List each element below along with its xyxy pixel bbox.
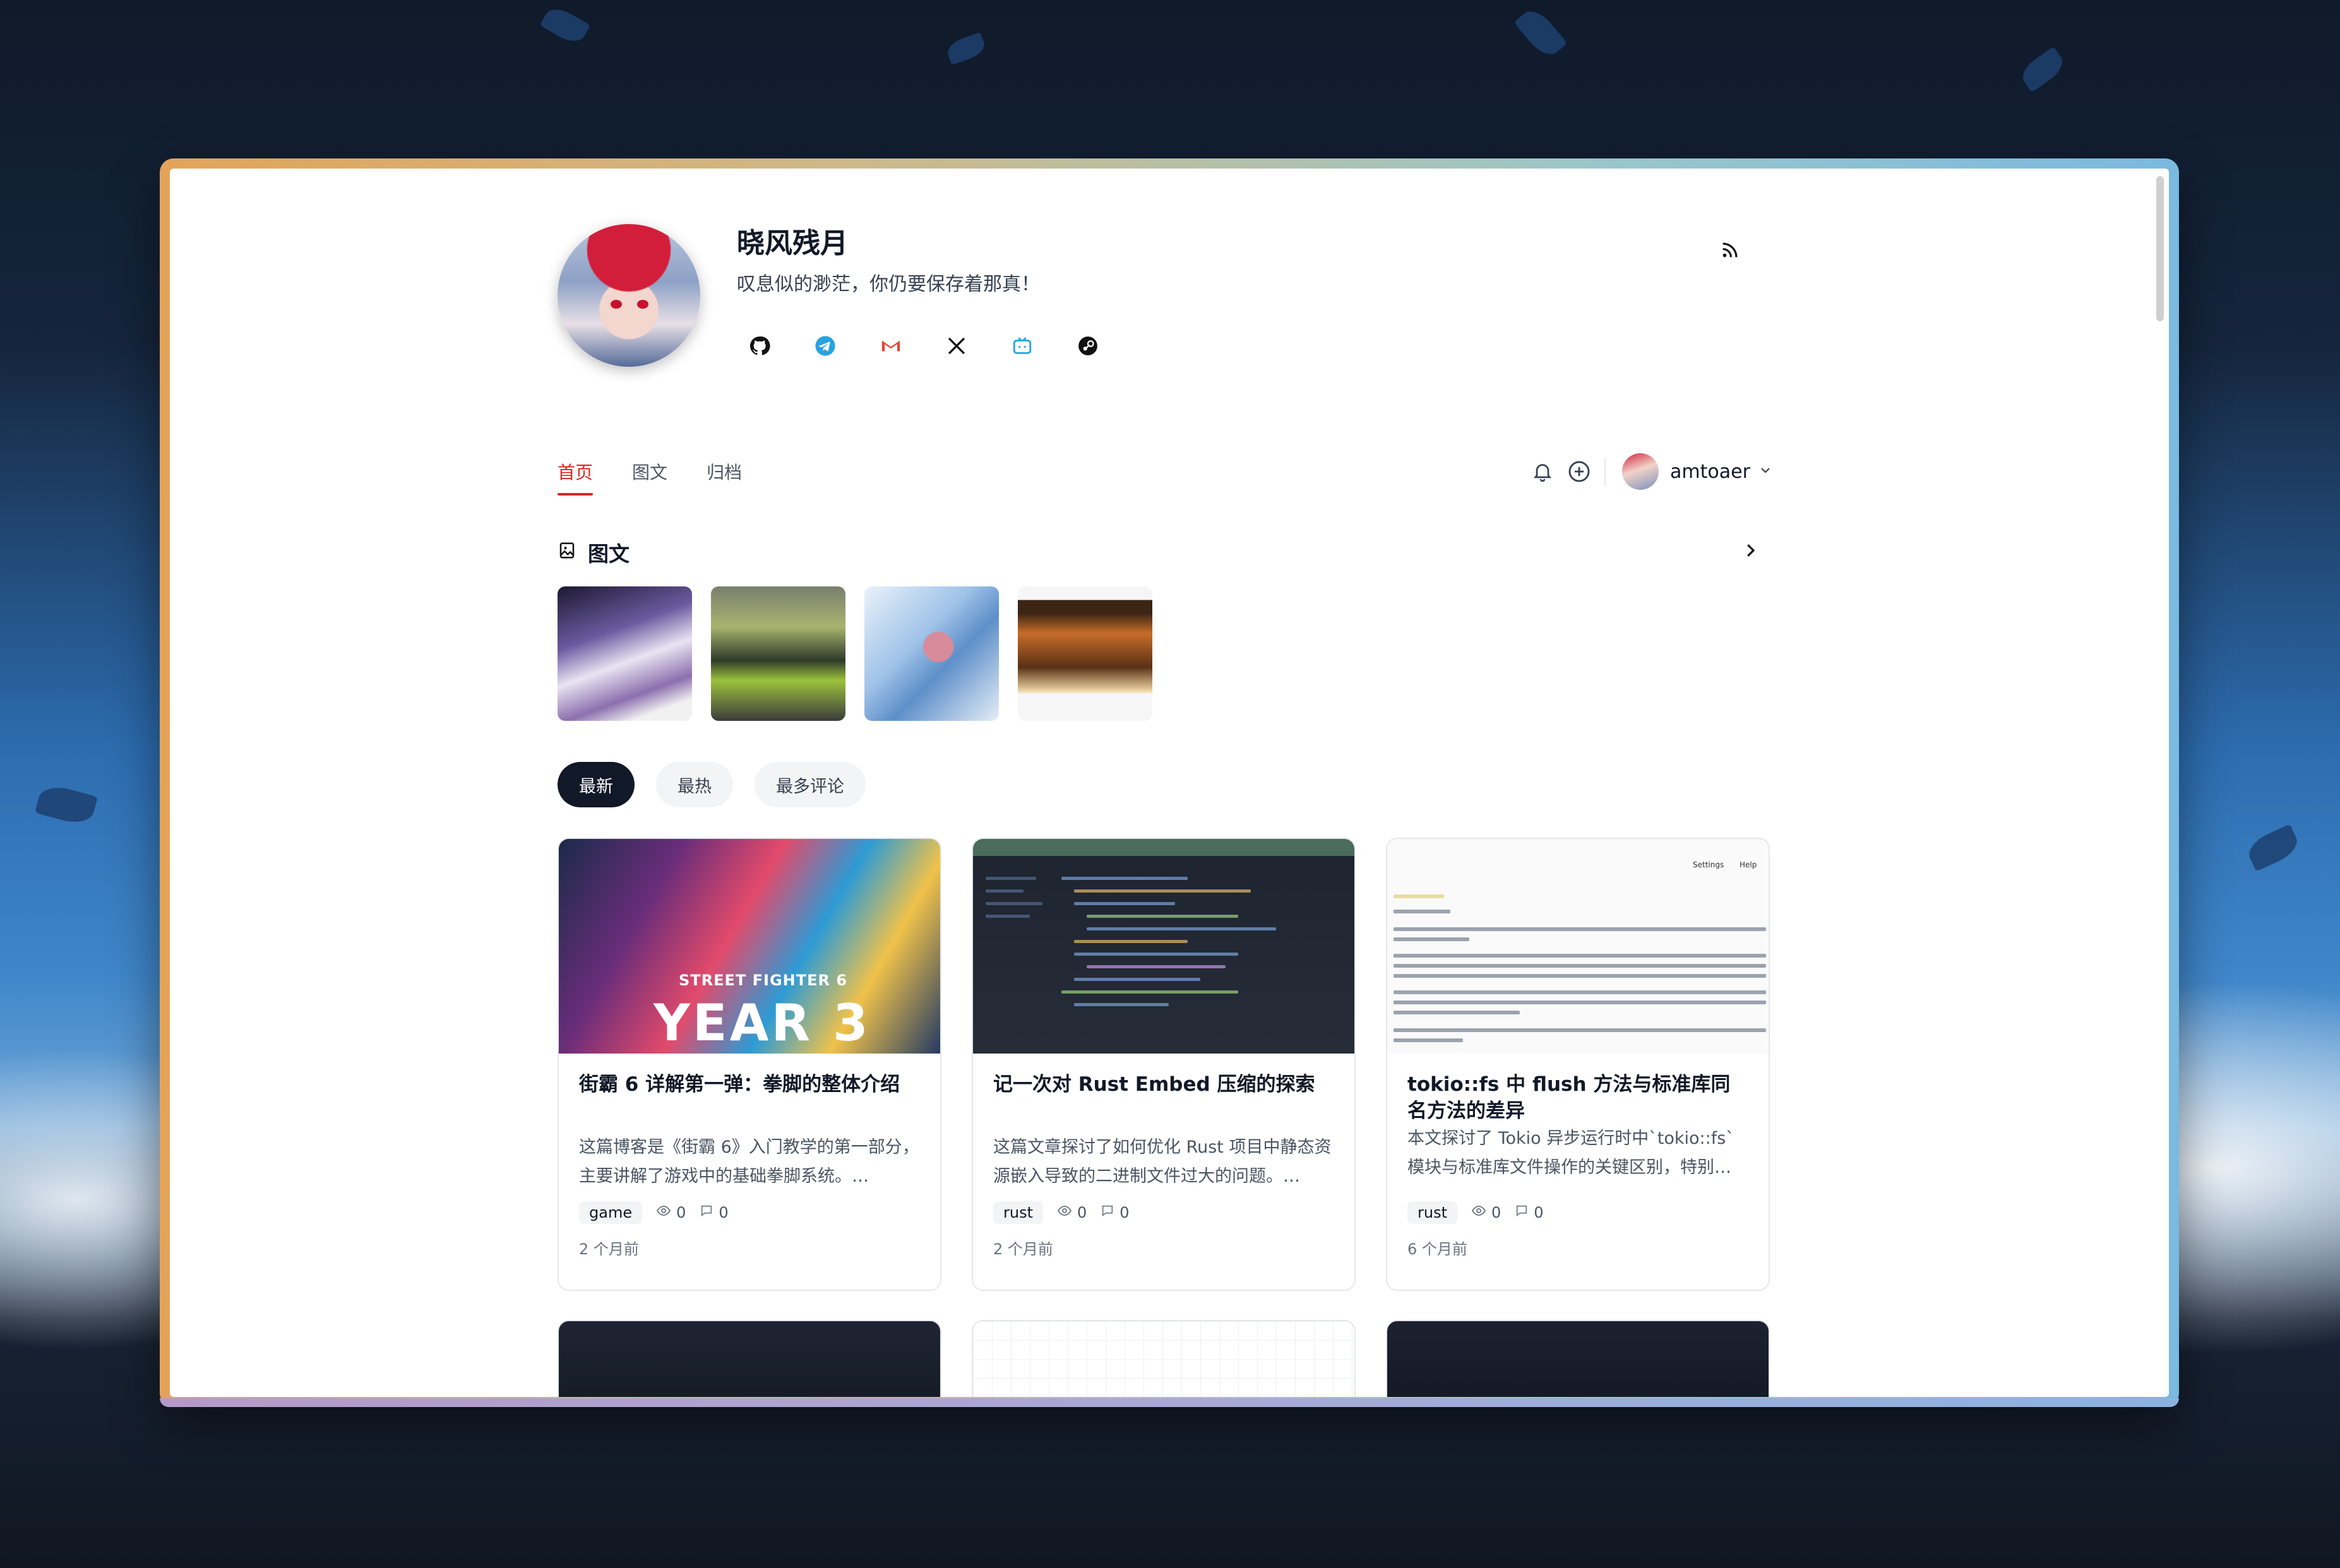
cover-caption: Settings xyxy=(1693,860,1724,869)
background-leaf xyxy=(2017,46,2068,93)
gallery-thumbnail[interactable] xyxy=(711,586,845,721)
gallery-section-header: 图文 xyxy=(558,537,630,567)
gallery-thumbnails xyxy=(558,586,1152,721)
main-nav: 首页 图文 归档 xyxy=(558,459,742,496)
profile-name: 晓风残月 xyxy=(737,227,848,259)
post-tag[interactable]: game xyxy=(579,1201,643,1224)
comment-icon xyxy=(1101,1204,1114,1221)
eye-icon xyxy=(656,1203,671,1222)
comment-count: 0 xyxy=(700,1204,729,1221)
chevron-down-icon[interactable] xyxy=(1758,463,1773,480)
steam-icon[interactable] xyxy=(1077,335,1099,357)
bilibili-icon[interactable] xyxy=(1011,335,1034,357)
post-cover-image: Settings Help xyxy=(1387,839,1769,1054)
plus-circle-icon[interactable] xyxy=(1565,458,1593,485)
view-count: 0 xyxy=(656,1203,686,1222)
x-icon[interactable] xyxy=(945,335,968,357)
page-scrollbar[interactable] xyxy=(2156,176,2164,321)
profile-bio: 叹息似的渺茫，你仍要保存着那真！ xyxy=(737,273,1040,295)
post-tag[interactable]: rust xyxy=(993,1201,1043,1224)
blog-page: 晓风残月 叹息似的渺茫，你仍要保存着那真！ 首页 图文 归档 amtoaer 图… xyxy=(170,169,2169,1397)
post-grid: STREET FIGHTER 6 YEAR 3 街霸 6 详解第一弹：拳脚的整体… xyxy=(558,838,1770,1397)
image-icon xyxy=(558,540,576,565)
post-card[interactable] xyxy=(558,1320,941,1397)
comment-count-value: 0 xyxy=(1534,1204,1544,1221)
username[interactable]: amtoaer xyxy=(1670,461,1750,483)
background-leaf xyxy=(539,3,591,47)
social-links xyxy=(748,335,1099,357)
view-count: 0 xyxy=(1471,1203,1501,1222)
gallery-thumbnail[interactable] xyxy=(558,586,692,721)
gallery-thumbnail[interactable] xyxy=(864,586,999,721)
view-count-value: 0 xyxy=(1077,1204,1087,1221)
post-time: 2 个月前 xyxy=(579,1240,639,1258)
background-leaf xyxy=(944,32,988,66)
chevron-right-icon[interactable] xyxy=(1741,541,1760,560)
toolbar-divider xyxy=(1604,458,1606,485)
bell-icon[interactable] xyxy=(1529,458,1556,485)
gallery-thumbnail[interactable] xyxy=(1018,586,1152,721)
post-cover-image: STREET FIGHTER 6 YEAR 3 xyxy=(559,839,940,1054)
background-leaf xyxy=(2244,824,2302,872)
nav-item-archive[interactable]: 归档 xyxy=(707,459,742,496)
post-card[interactable] xyxy=(972,1320,1356,1397)
post-title[interactable]: tokio::fs 中 flush 方法与标准库同名方法的差异 xyxy=(1407,1071,1748,1124)
cover-caption: STREET FIGHTER 6 xyxy=(679,971,848,989)
post-excerpt: 这篇博客是《街霸 6》入门教学的第一部分，主要讲解了游戏中的基础拳脚系统。… xyxy=(579,1137,919,1186)
sort-tabs: 最新 最热 最多评论 xyxy=(558,762,866,807)
background-leaf xyxy=(35,782,98,828)
tab-hottest[interactable]: 最热 xyxy=(656,762,733,807)
rss-icon[interactable] xyxy=(1719,239,1741,261)
post-time: 6 个月前 xyxy=(1407,1240,1467,1258)
post-card[interactable]: 记一次对 Rust Embed 压缩的探索 这篇文章探讨了如何优化 Rust 项… xyxy=(972,838,1356,1291)
comment-count-value: 0 xyxy=(719,1204,729,1221)
cover-caption: Help xyxy=(1740,860,1757,869)
nav-item-home[interactable]: 首页 xyxy=(558,459,594,496)
window-frame-edge xyxy=(160,1398,2179,1407)
github-icon[interactable] xyxy=(748,335,771,357)
nav-item-gallery[interactable]: 图文 xyxy=(632,459,667,496)
view-count: 0 xyxy=(1057,1203,1087,1222)
post-title[interactable]: 街霸 6 详解第一弹：拳脚的整体介绍 xyxy=(579,1071,920,1124)
post-card[interactable]: STREET FIGHTER 6 YEAR 3 街霸 6 详解第一弹：拳脚的整体… xyxy=(558,838,941,1291)
eye-icon xyxy=(1057,1203,1072,1222)
eye-icon xyxy=(1471,1203,1486,1222)
post-cover-image xyxy=(973,839,1354,1054)
tab-latest[interactable]: 最新 xyxy=(558,762,635,807)
post-card[interactable] xyxy=(1386,1320,1770,1397)
post-excerpt: 这篇文章探讨了如何优化 Rust 项目中静态资源嵌入导致的二进制文件过大的问题。… xyxy=(993,1137,1332,1186)
comment-icon xyxy=(700,1204,713,1221)
comment-icon xyxy=(1515,1204,1529,1221)
user-avatar[interactable] xyxy=(1622,453,1659,490)
gallery-section-title: 图文 xyxy=(588,542,630,566)
comment-count: 0 xyxy=(1101,1204,1130,1221)
profile-avatar xyxy=(558,224,700,367)
comment-count-value: 0 xyxy=(1119,1204,1130,1221)
browser-window-frame: 晓风残月 叹息似的渺茫，你仍要保存着那真！ 首页 图文 归档 amtoaer 图… xyxy=(160,158,2179,1407)
comment-count: 0 xyxy=(1515,1204,1544,1221)
background-leaf xyxy=(1513,4,1568,61)
telegram-icon[interactable] xyxy=(814,335,837,357)
gmail-icon[interactable] xyxy=(880,335,902,357)
post-title[interactable]: 记一次对 Rust Embed 压缩的探索 xyxy=(993,1071,1334,1124)
post-excerpt: 本文探讨了 Tokio 异步运行时中`tokio::fs`模块与标准库文件操作的… xyxy=(1407,1129,1734,1177)
user-toolbar: amtoaer xyxy=(1529,453,1773,490)
tab-most-comments[interactable]: 最多评论 xyxy=(755,762,866,807)
view-count-value: 0 xyxy=(1491,1204,1501,1221)
post-tag[interactable]: rust xyxy=(1407,1201,1457,1224)
cover-caption: YEAR 3 xyxy=(654,994,871,1052)
post-time: 2 个月前 xyxy=(993,1240,1053,1258)
post-card[interactable]: Settings Help tokio::fs 中 flush 方法与标准库同名… xyxy=(1386,838,1770,1291)
view-count-value: 0 xyxy=(676,1204,686,1221)
